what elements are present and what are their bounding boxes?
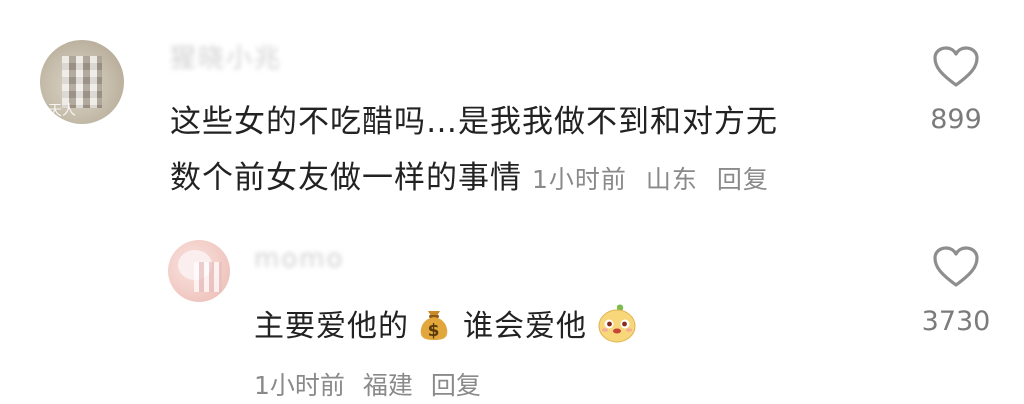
dog-face-emoji: [598, 304, 636, 343]
username-blur-overlay: [238, 246, 378, 282]
reply-button[interactable]: 回复: [717, 165, 769, 194]
comment-meta: 1小时前 山东 回复: [532, 152, 779, 208]
reply-button[interactable]: 回复: [431, 371, 481, 400]
reply-text-part-2: 谁会爱他: [463, 309, 587, 344]
like-button[interactable]: 899: [916, 44, 996, 135]
avatar-mosaic: [194, 262, 222, 292]
reply-time: 1小时前: [254, 371, 345, 400]
like-button[interactable]: 3730: [916, 244, 996, 337]
reply-location: 福建: [362, 371, 413, 400]
like-count: 3730: [921, 306, 991, 337]
reply-avatar[interactable]: [168, 240, 230, 302]
username-blur-overlay: [168, 42, 340, 82]
svg-text:$: $: [428, 321, 441, 341]
like-count: 899: [930, 104, 982, 135]
money-bag-emoji: $: [420, 311, 448, 341]
comment-text: 这些女的不吃醋吗…是我我做不到和对方无 数个前女友做一样的事情 1小时前 山东 …: [170, 94, 890, 208]
comment-text-line-2: 数个前女友做一样的事情: [170, 160, 522, 196]
heart-outline-icon[interactable]: [931, 244, 981, 288]
avatar-signature: 天人: [48, 103, 76, 119]
heart-outline-icon[interactable]: [931, 44, 981, 88]
reply-meta: 1小时前 福建 回复: [254, 366, 491, 402]
comment-location: 山东: [645, 165, 698, 194]
comment-text-line-1: 这些女的不吃醋吗…是我我做不到和对方无: [170, 104, 778, 140]
reply-text: 主要爱他的 $ 谁会爱他: [254, 298, 637, 348]
avatar[interactable]: 天人: [40, 40, 124, 124]
comment-time: 1小时前: [532, 165, 627, 194]
reply-text-part-1: 主要爱他的: [254, 309, 409, 344]
